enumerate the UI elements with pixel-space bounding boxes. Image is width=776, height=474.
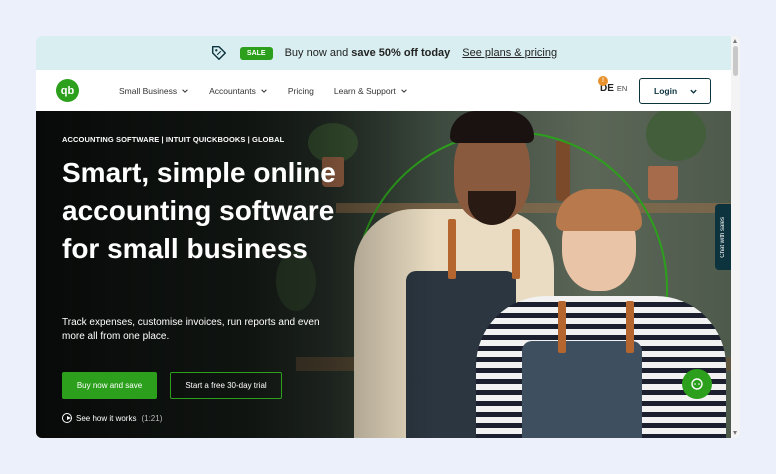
- chat-tab-label: Chat with sales: [720, 216, 726, 258]
- chat-bubble-button[interactable]: [682, 369, 712, 399]
- chevron-down-icon: [182, 88, 188, 93]
- notice-badge: !: [598, 76, 608, 86]
- scroll-down-arrow[interactable]: [733, 431, 737, 435]
- apron-strap: [448, 219, 456, 279]
- chat-with-sales-tab[interactable]: Chat with sales: [715, 204, 731, 270]
- login-button[interactable]: Login: [639, 78, 711, 104]
- free-trial-button[interactable]: Start a free 30-day trial: [170, 372, 282, 399]
- apron-shape: [522, 341, 642, 438]
- chevron-down-icon: [261, 88, 267, 93]
- nav-menu: Small Business Accountants Pricing Learn…: [119, 70, 428, 111]
- tag-icon: [211, 45, 226, 61]
- person-hair: [556, 189, 642, 231]
- browser-window: SALE Buy now and save 50% off today See …: [36, 36, 740, 438]
- scrollbar-thumb[interactable]: [733, 46, 738, 76]
- scrollbar[interactable]: [731, 36, 740, 438]
- background-plant: [646, 111, 706, 161]
- video-duration: (1:21): [141, 413, 163, 423]
- language-switcher[interactable]: ! DE EN: [598, 76, 627, 94]
- person-hair: [450, 111, 534, 143]
- chevron-down-icon: [690, 89, 697, 94]
- play-icon: [62, 413, 72, 423]
- nav-item-accountants[interactable]: Accountants: [209, 86, 268, 96]
- quickbooks-logo[interactable]: qb: [56, 79, 79, 102]
- nav-item-learn-support[interactable]: Learn & Support: [334, 86, 408, 96]
- lang-de[interactable]: ! DE: [598, 76, 614, 94]
- promo-banner: SALE Buy now and save 50% off today See …: [36, 36, 731, 70]
- sale-badge: SALE: [239, 46, 273, 60]
- buy-now-button[interactable]: Buy now and save: [62, 372, 157, 399]
- hero-eyebrow: ACCOUNTING SOFTWARE | INTUIT QUICKBOOKS …: [62, 135, 285, 144]
- chevron-down-icon: [401, 88, 407, 93]
- promo-text: Buy now and save 50% off today: [284, 47, 451, 59]
- background-pot: [648, 166, 678, 200]
- nav-item-small-business[interactable]: Small Business: [119, 86, 189, 96]
- see-how-it-works-link[interactable]: See how it works (1:21): [62, 413, 162, 423]
- apron-strap: [626, 301, 634, 353]
- hero-subtext: Track expenses, customise invoices, run …: [62, 317, 320, 342]
- chat-icon: [691, 378, 703, 390]
- nav-item-pricing[interactable]: Pricing: [288, 86, 314, 96]
- hero-section: ACCOUNTING SOFTWARE | INTUIT QUICKBOOKS …: [36, 111, 731, 438]
- scroll-up-arrow[interactable]: [733, 39, 737, 43]
- top-navbar: qb Small Business Accountants Pricing Le…: [36, 70, 731, 111]
- apron-strap: [558, 301, 566, 353]
- hero-headline: Smart, simple online accounting software…: [62, 157, 336, 264]
- video-link-label: See how it works: [76, 413, 137, 423]
- apron-strap: [512, 229, 520, 279]
- see-plans-link[interactable]: See plans & pricing: [462, 47, 557, 59]
- lang-en[interactable]: EN: [617, 84, 627, 93]
